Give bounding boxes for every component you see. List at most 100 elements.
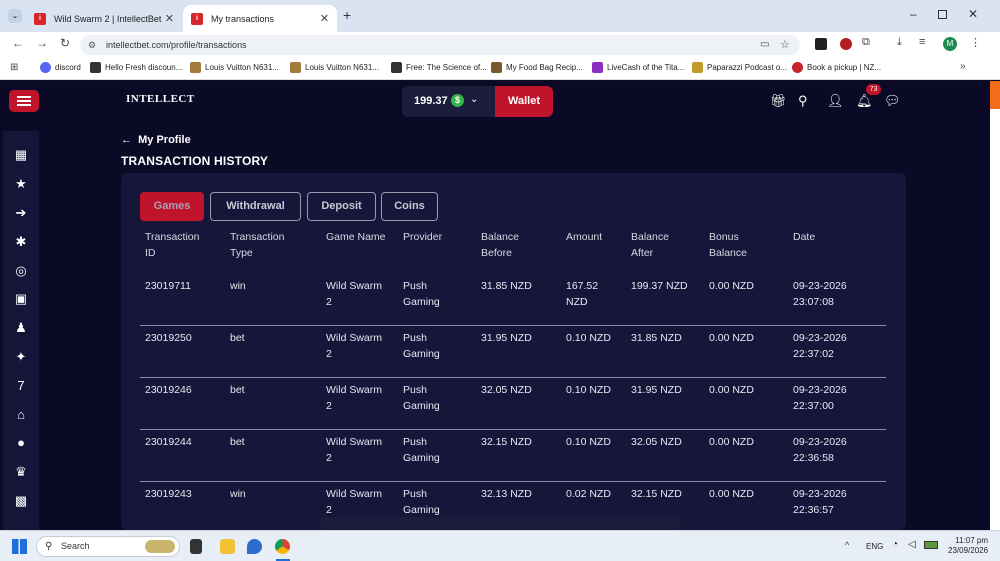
window-close-icon[interactable]: ✕ — [968, 7, 978, 21]
gift-icon[interactable]: ▩ — [13, 493, 29, 509]
download-icon[interactable]: ⤓ — [897, 36, 902, 49]
col-balance-after-cell: 32.05 NZD — [631, 435, 682, 451]
extension-icon[interactable] — [840, 38, 852, 50]
chrome-icon[interactable] — [275, 539, 290, 554]
discord-icon — [40, 62, 51, 73]
cell-text: Push — [403, 436, 427, 448]
site-info-icon[interactable]: ⚙ — [88, 35, 96, 55]
gear-icon[interactable]: ✱ — [13, 234, 29, 250]
cell-text: 2 — [326, 451, 332, 464]
avatar[interactable]: M — [943, 37, 957, 51]
volume-icon[interactable]: ◁ — [908, 539, 916, 550]
cell-text: 32.15 NZD — [631, 488, 682, 500]
tab-deposit[interactable]: Deposit — [307, 192, 376, 221]
windows-start-icon[interactable] — [12, 539, 27, 554]
puzzle-icon[interactable]: ⧉ — [862, 36, 870, 49]
bookmark-hello-fresh[interactable]: Hello Fresh discoun... — [90, 62, 182, 73]
chevron-up-icon[interactable]: ^ — [845, 540, 849, 550]
col-transaction-type-cell: win — [230, 279, 246, 295]
bookmark-discord[interactable]: discord — [40, 62, 81, 73]
media-icon[interactable]: ≡ — [919, 36, 925, 48]
taskbar-clock[interactable]: 11:07 pm 23/09/2026 — [948, 536, 988, 556]
cell-text: 2 — [326, 295, 332, 308]
balance-dropdown[interactable]: 199.37 $ ⌄ — [402, 86, 495, 117]
tab-title: My transactions — [211, 13, 275, 24]
install-icon[interactable]: ▭ — [760, 35, 769, 55]
bookmark-my-food-bag[interactable]: My Food Bag Recip... — [491, 62, 583, 73]
tab-title: Wild Swarm 2 | IntellectBet — [54, 13, 162, 24]
arrow-left-icon: ← — [121, 134, 136, 146]
sparkle-icon[interactable]: ✦ — [13, 349, 29, 365]
apps-icon[interactable]: ⊞ — [10, 62, 18, 73]
shirt-icon[interactable]: ⌂ — [13, 407, 29, 423]
close-icon[interactable]: ✕ — [165, 12, 174, 25]
forward-icon[interactable]: → — [36, 36, 48, 50]
wifi-icon[interactable]: ◔ — [892, 539, 898, 550]
url-input[interactable]: ⚙ intellectbet.com/profile/transactions … — [80, 35, 800, 55]
col-date-header: Date — [793, 230, 815, 246]
reload-icon[interactable]: ↻ — [60, 36, 70, 50]
minimize-icon[interactable]: – — [910, 7, 917, 21]
back-icon[interactable]: ← — [12, 36, 24, 50]
extension-icon[interactable] — [815, 38, 827, 50]
seven-icon[interactable]: 7 — [13, 378, 29, 394]
chess-icon[interactable]: ♟ — [13, 320, 29, 336]
more-icon[interactable]: ⋮ — [970, 36, 981, 49]
col-amount-cell: 0.10 NZD — [566, 383, 611, 399]
cell-text: bet — [230, 332, 245, 344]
row-divider — [140, 429, 886, 430]
chip-icon[interactable]: ◎ — [13, 263, 29, 279]
intellect-logo[interactable]: INTELLECT — [126, 93, 195, 105]
search-icon[interactable]: ⚲ — [798, 93, 808, 109]
wallet-button[interactable]: Wallet — [495, 86, 553, 117]
col-bonus-balance-cell: 0.00 NZD — [709, 487, 754, 503]
bookmark-paparazzi[interactable]: Paparazzi Podcast o... — [692, 62, 787, 73]
bookmark-star-icon[interactable]: ☆ — [780, 35, 790, 55]
tab-my-transactions[interactable]: i My transactions ✕ — [183, 5, 337, 32]
gift-icon[interactable]: 🎁︎ — [770, 93, 787, 109]
col-transaction-id-cell: 23019243 — [145, 487, 192, 503]
col-balance-before-cell: 31.95 NZD — [481, 331, 532, 347]
slot-icon[interactable]: ▣ — [13, 291, 29, 307]
side-strip — [990, 81, 1000, 109]
close-icon[interactable]: ✕ — [320, 12, 329, 25]
battery-icon[interactable] — [924, 541, 938, 549]
new-tab-icon[interactable]: + — [343, 7, 351, 23]
cell-text: 22:36:57 — [793, 503, 834, 516]
calendar-icon[interactable]: ▦ — [13, 147, 29, 163]
cell-text: 23019243 — [145, 488, 192, 500]
tab-wild-swarm[interactable]: i Wild Swarm 2 | IntellectBet ✕ — [26, 5, 182, 32]
col-balance-before-cell: 32.05 NZD — [481, 383, 532, 399]
tab-coins[interactable]: Coins — [381, 192, 438, 221]
bookmark-louis-vuitton-1[interactable]: Louis Vuitton N631... — [190, 62, 279, 73]
taskbar-search-input[interactable]: ⚲ Search — [36, 536, 180, 557]
task-view-icon[interactable] — [190, 539, 202, 554]
chat-icon[interactable]: 💬︎ — [884, 93, 901, 109]
arrow-circle-icon[interactable]: ➔ — [13, 205, 29, 221]
bookmark-louis-vuitton-2[interactable]: Louis Vuitton N631... — [290, 62, 379, 73]
col-transaction-type-cell: bet — [230, 331, 245, 347]
app-icon[interactable] — [247, 539, 262, 554]
bookmark-science[interactable]: Free: The Science of... — [391, 62, 487, 73]
file-explorer-icon[interactable] — [220, 539, 235, 554]
piggy-bank-icon[interactable]: ● — [13, 435, 29, 451]
bookmark-book-pickup[interactable]: Book a pickup | NZ... — [792, 62, 881, 73]
language-indicator[interactable]: ENG — [866, 542, 883, 551]
bottom-overlay-bar — [320, 517, 680, 529]
more-bookmarks-icon[interactable]: » — [960, 61, 966, 72]
hamburger-line — [17, 104, 31, 106]
maximize-icon[interactable] — [938, 10, 947, 19]
col-bonus-balance-cell: 0.00 NZD — [709, 383, 754, 399]
crown-icon[interactable]: ♛ — [13, 464, 29, 480]
cell-text: NZD — [566, 295, 588, 308]
cell-text: 0.10 NZD — [566, 436, 611, 448]
bell-icon[interactable]: 🔔︎ — [856, 93, 873, 109]
menu-button[interactable] — [9, 90, 39, 112]
star-icon[interactable]: ★ — [13, 176, 29, 192]
bookmark-livecash[interactable]: LiveCash of the Tita... — [592, 62, 684, 73]
tab-withdrawal[interactable]: Withdrawal — [210, 192, 301, 221]
tab-games[interactable]: Games — [140, 192, 204, 221]
user-icon[interactable]: 👤︎ — [827, 93, 844, 109]
tab-list-icon[interactable]: ⌄ — [8, 9, 22, 23]
back-to-profile-link[interactable]: ← My Profile — [121, 134, 191, 146]
